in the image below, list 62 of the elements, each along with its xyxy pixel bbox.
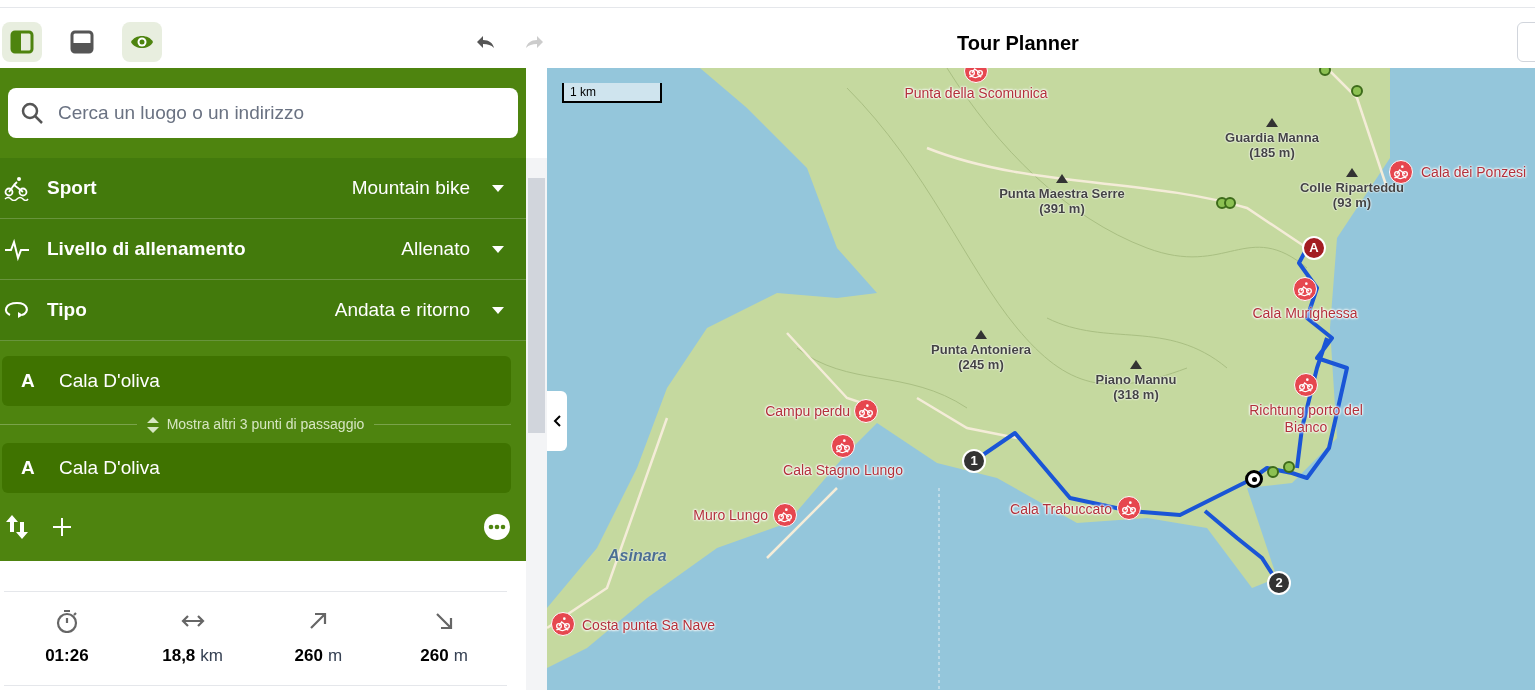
peak-icon — [1130, 360, 1142, 369]
setting-value: Mountain bike — [351, 175, 470, 200]
map-point-marker[interactable] — [1224, 197, 1236, 209]
plus-icon[interactable] — [52, 517, 72, 537]
caret-icon — [492, 245, 504, 253]
bicycle-icon — [4, 175, 30, 201]
waypoint-field[interactable]: A Cala D'oliva — [2, 356, 511, 406]
setting-dropdown[interactable]: Sport Mountain bike — [0, 158, 526, 219]
stat-unit: m — [327, 644, 343, 667]
waypoint-name: Cala D'oliva — [59, 368, 160, 393]
setting-label: Tipo — [47, 297, 87, 322]
stopwatch-icon — [54, 608, 79, 633]
peak-label: Colle Riparteddu (93 m) — [1299, 180, 1405, 210]
setting-label: Sport — [47, 175, 97, 200]
peak-icon — [1346, 168, 1358, 177]
setting-label: Livello di allenamento — [47, 236, 246, 261]
peak-icon — [975, 330, 987, 339]
stat-value: 18,8 — [162, 644, 196, 667]
peak-icon — [1056, 174, 1068, 183]
bike-poi-icon[interactable] — [1389, 160, 1413, 184]
expand-icon — [146, 416, 159, 433]
setting-value: Andata e ritorno — [334, 297, 470, 322]
place-label: Asinara — [608, 546, 667, 566]
eye-button[interactable] — [122, 21, 162, 62]
poi-label: Costa punta Sa Nave — [582, 616, 716, 634]
peak-label: Punta Maestra Serre (391 m) — [998, 186, 1126, 216]
bottom-panel-icon — [70, 29, 94, 54]
more-icon[interactable] — [484, 514, 510, 540]
caret-icon — [492, 184, 504, 192]
waypoint-letter: A — [21, 368, 36, 393]
chevron-left-icon — [553, 415, 561, 427]
show-more-button[interactable]: Mostra altri 3 punti di passaggio — [136, 414, 375, 435]
sidebar-button[interactable] — [2, 21, 42, 62]
setting-dropdown[interactable]: Livello di allenamento Allenato — [0, 219, 526, 280]
sidebar-icon — [10, 29, 34, 54]
poi-label: Punta della Scomunica — [903, 84, 1049, 102]
window-title: Tour Planner — [957, 31, 1079, 56]
peak-label: Guardia Manna (185 m) — [1224, 130, 1320, 160]
swap-icon[interactable] — [6, 515, 28, 539]
waypoint-letter: A — [21, 455, 36, 480]
search-field[interactable]: Cerca un luogo o un indirizzo — [8, 88, 518, 138]
collapse-button[interactable] — [547, 391, 567, 451]
setting-value: Allenato — [401, 236, 470, 261]
stat-value: 260 — [420, 644, 449, 667]
waypoint-name: Cala D'oliva — [59, 455, 160, 480]
caret-icon — [492, 306, 504, 314]
poi-label: Cala Stagno Lungo — [782, 461, 904, 479]
scale-label: 1 km — [570, 84, 596, 101]
peak-label: Punta Antoniera (245 m) — [930, 342, 1032, 372]
poi-label: Campu perdu — [765, 402, 850, 420]
stat-unit: km — [200, 644, 223, 667]
stat-value: 260 — [294, 644, 323, 667]
poi-label: Cala dei Ponzesi — [1421, 163, 1527, 181]
peak-icon — [1266, 118, 1278, 127]
stat-value: 01:26 — [45, 644, 89, 667]
scrollbar[interactable] — [526, 158, 547, 690]
peak-label: Piano Mannu (318 m) — [1094, 372, 1178, 402]
poi-label: Muro Lungo — [693, 506, 768, 524]
route-marker[interactable]: 2 — [1267, 571, 1291, 595]
stat-unit: m — [453, 644, 468, 667]
waypoint-field[interactable]: A Cala D'oliva — [2, 443, 511, 493]
poi-label: Cala Trabuccato — [1010, 500, 1112, 518]
